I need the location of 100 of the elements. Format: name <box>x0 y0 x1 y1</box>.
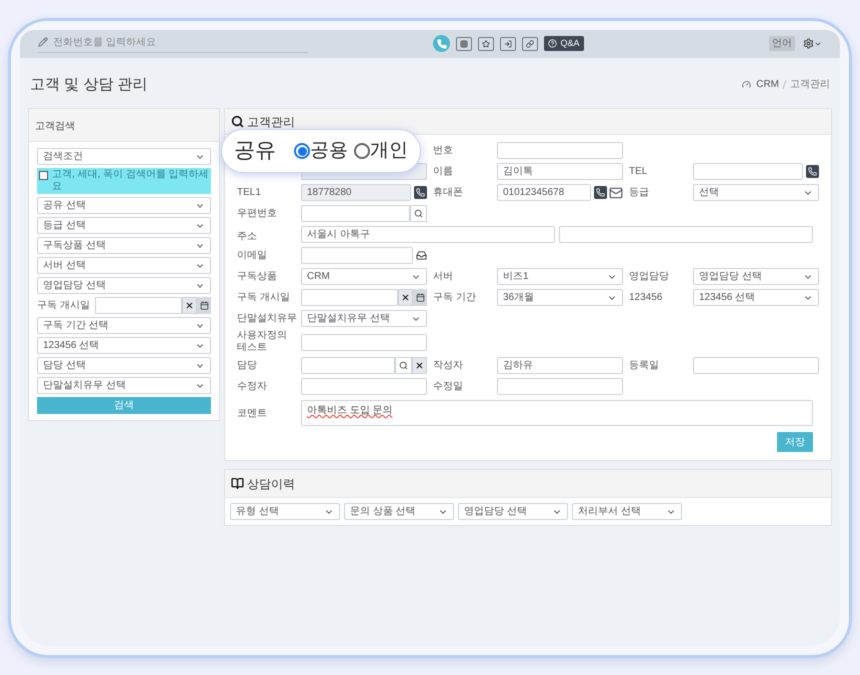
select-field[interactable]: 공유 선택 <box>37 197 211 214</box>
input-field[interactable] <box>693 163 803 180</box>
input-field[interactable] <box>497 142 623 159</box>
inbox-icon[interactable] <box>416 250 427 261</box>
panel-title: 고객검색 <box>35 121 75 132</box>
input-field[interactable] <box>301 205 410 222</box>
phone-icon <box>808 167 817 176</box>
select-field[interactable]: 영업담당 선택 <box>693 268 819 285</box>
field-label: 우편번호 <box>237 208 278 220</box>
field-label: 휴대폰 <box>433 186 464 198</box>
input-field[interactable] <box>497 378 623 395</box>
input-field[interactable] <box>301 334 427 350</box>
select-field[interactable]: 담당 선택 <box>37 357 211 374</box>
breadcrumb-current: 고객관리 <box>790 78 830 92</box>
select-field[interactable]: 선택 <box>693 184 819 201</box>
close-icon <box>401 293 410 302</box>
phone-button[interactable] <box>414 186 427 199</box>
field-label: 등급 <box>629 186 650 198</box>
select-field[interactable]: 단말설치유무 선택 <box>301 310 427 327</box>
settings-icon <box>803 38 814 49</box>
date-field[interactable] <box>95 297 182 314</box>
mail-icon[interactable] <box>609 186 623 200</box>
field-label: 단말설치유무 <box>237 312 297 324</box>
select-field[interactable]: 비즈1 <box>497 268 623 285</box>
field-label: 번호 <box>433 144 454 156</box>
calendar-button[interactable] <box>197 297 211 314</box>
page-title: 고객 및 상담 관리 <box>30 74 148 94</box>
grid-icon <box>460 40 468 48</box>
close-icon <box>415 361 424 370</box>
select-field[interactable]: 영업담당 선택 <box>37 277 211 294</box>
calendar-icon <box>416 293 424 302</box>
input-field[interactable]: 김이톡 <box>497 163 623 180</box>
field-label: 작성자 <box>433 360 464 372</box>
input-field[interactable]: 01012345678 <box>497 184 591 201</box>
share-radio[interactable]: 공용 <box>294 136 348 166</box>
select-field[interactable]: 구독 기간 선택 <box>37 317 211 334</box>
comment-textarea[interactable]: 아톡비즈 도입 문의 <box>301 400 813 426</box>
input-field[interactable] <box>301 289 398 306</box>
select-field[interactable]: 유형 선택 <box>230 503 340 520</box>
book-icon <box>231 477 244 490</box>
breadcrumb-link[interactable]: CRM <box>756 77 779 92</box>
field-label: TEL <box>629 166 648 178</box>
search-icon <box>231 115 244 128</box>
calendar-icon <box>200 301 208 310</box>
input-field[interactable]: 18778280 <box>301 184 411 201</box>
select-field[interactable]: 문의 상품 선택 <box>344 503 454 520</box>
search-button[interactable] <box>410 205 427 222</box>
field-label: 구독 개시일 <box>237 292 291 304</box>
calendar-button[interactable] <box>413 289 427 306</box>
input-field[interactable] <box>693 357 819 374</box>
field-label: 영업담당 <box>629 270 670 282</box>
clear-button[interactable] <box>398 289 413 306</box>
grid-button[interactable] <box>456 36 472 50</box>
language-button[interactable]: 언어 <box>769 36 795 51</box>
checkbox[interactable] <box>39 171 48 180</box>
phone-icon <box>596 188 605 197</box>
field-label: 서버 <box>433 270 454 282</box>
field-label: 구독 개시일 <box>37 299 91 313</box>
select-field[interactable]: 123456 선택 <box>693 289 819 306</box>
clear-button[interactable] <box>412 357 427 374</box>
select-field[interactable]: 36개월 <box>497 289 623 306</box>
pencil-icon <box>38 37 48 47</box>
star-icon <box>482 40 490 48</box>
select-field[interactable]: 서버 선택 <box>37 257 211 274</box>
input-field[interactable] <box>301 357 395 374</box>
input-field[interactable] <box>301 247 413 264</box>
select-field[interactable]: 단말설치유무 선택 <box>37 377 211 394</box>
select-field[interactable]: 영업담당 선택 <box>458 503 568 520</box>
login-icon <box>504 40 512 48</box>
settings-button[interactable] <box>803 38 822 49</box>
link-icon <box>526 40 534 48</box>
field-label: 수정일 <box>433 380 464 392</box>
field-label: 이메일 <box>237 250 268 262</box>
field-label: 담당 <box>237 360 258 372</box>
select-field[interactable]: 등급 선택 <box>37 217 211 234</box>
input-field[interactable] <box>559 226 813 243</box>
field-label: 수정자 <box>237 380 268 392</box>
select-field[interactable]: 처리부서 선택 <box>572 503 682 520</box>
link-button[interactable] <box>522 36 538 50</box>
share-radio[interactable]: 개인 <box>354 136 408 166</box>
input-field[interactable] <box>301 378 427 395</box>
input-field[interactable]: 서울시 아톡구 <box>301 226 555 243</box>
gauge-icon <box>742 80 752 90</box>
field-label: 123456 <box>629 292 664 304</box>
select-field[interactable]: 구독상품 선택 <box>37 237 211 254</box>
phone-button[interactable] <box>594 186 607 199</box>
login-button[interactable] <box>500 36 516 50</box>
select-field[interactable]: 검색조건 <box>37 148 211 165</box>
search-icon <box>399 361 408 370</box>
input-field[interactable]: 김하유 <box>497 357 623 374</box>
search-button[interactable] <box>395 357 412 374</box>
qa-button[interactable]: Q&A <box>544 36 584 51</box>
phone-button[interactable] <box>806 165 819 178</box>
field-label: 코멘트 <box>237 408 267 419</box>
search-icon <box>414 209 423 218</box>
select-field[interactable]: 123456 선택 <box>37 337 211 354</box>
select-field[interactable]: CRM <box>301 268 427 285</box>
clear-button[interactable] <box>182 297 197 314</box>
star-button[interactable] <box>478 36 494 50</box>
panel-title: 상담이력 <box>247 476 295 492</box>
